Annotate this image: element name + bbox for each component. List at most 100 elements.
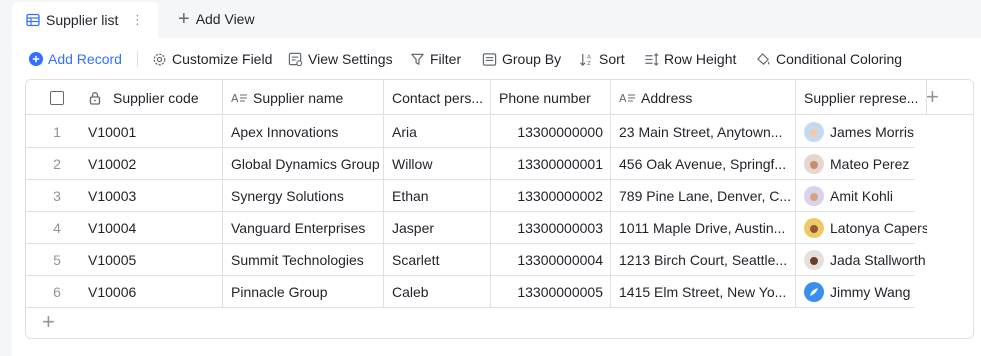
- select-all-checkbox[interactable]: [50, 90, 64, 105]
- table-row[interactable]: 4 V10004 Vanguard Enterprises Jasper 133…: [26, 212, 927, 244]
- row-number: 2: [53, 156, 61, 172]
- avatar: [804, 250, 824, 270]
- group-by-icon: [482, 52, 497, 66]
- add-record-button[interactable]: Add Record: [29, 49, 122, 69]
- representative-name: Jada Stallworth: [830, 252, 926, 268]
- cell-phone-number[interactable]: 13300000005: [491, 276, 611, 308]
- cell-supplier-representative[interactable]: Jimmy Wang: [796, 276, 927, 308]
- cell-supplier-code[interactable]: V10001: [88, 116, 223, 148]
- column-label: Address: [641, 89, 693, 106]
- cell-supplier-name[interactable]: Summit Technologies: [223, 244, 384, 276]
- group-by-button[interactable]: Group By: [482, 49, 561, 69]
- cell-address[interactable]: 1011 Maple Drive, Austin...: [611, 212, 796, 244]
- tab-supplier-list[interactable]: Supplier list ⋮: [12, 2, 158, 38]
- cell-supplier-code[interactable]: V10005: [88, 244, 223, 276]
- row-height-button[interactable]: Row Height: [644, 49, 736, 69]
- view-settings-label: View Settings: [308, 51, 393, 67]
- cell-supplier-representative[interactable]: James Morris: [796, 116, 927, 148]
- column-label: Contact pers...: [392, 89, 484, 106]
- add-view-button[interactable]: + Add View: [178, 9, 255, 29]
- avatar: [804, 218, 824, 238]
- table-row[interactable]: 1 V10001 Apex Innovations Aria 133000000…: [26, 116, 914, 148]
- cell-address[interactable]: 23 Main Street, Anytown...: [611, 116, 796, 148]
- add-record-label: Add Record: [48, 51, 122, 67]
- cell-phone-number[interactable]: 13300000004: [491, 244, 611, 276]
- cell-contact-person[interactable]: Caleb: [384, 276, 491, 308]
- cell-supplier-code[interactable]: V10006: [88, 276, 223, 308]
- column-label: Supplier name: [253, 89, 344, 106]
- svg-text:A: A: [231, 92, 239, 105]
- column-header-supplier-representative[interactable]: Supplier represe...: [796, 80, 927, 115]
- representative-name: James Morris: [830, 124, 915, 140]
- cell-contact-person[interactable]: Ethan: [384, 180, 491, 212]
- data-grid: Supplier code A Supplier name Contact pe…: [25, 79, 974, 339]
- add-view-label: Add View: [195, 11, 255, 27]
- column-label: Phone number: [499, 89, 591, 106]
- cell-supplier-name[interactable]: Apex Innovations: [223, 116, 384, 148]
- customize-field-button[interactable]: Customize Field: [152, 49, 272, 69]
- conditional-coloring-button[interactable]: Conditional Coloring: [756, 49, 902, 69]
- filter-icon: [411, 53, 424, 65]
- column-header-phone-number[interactable]: Phone number: [491, 80, 611, 115]
- group-by-label: Group By: [502, 51, 562, 67]
- filter-label: Filter: [430, 51, 462, 67]
- main-panel: Add Record Customize Field View Settings: [12, 38, 981, 356]
- address-text: 23 Main Street, Anytown...: [619, 124, 783, 140]
- add-row-button[interactable]: +: [42, 311, 55, 333]
- table-row[interactable]: 3 V10003 Synergy Solutions Ethan 1330000…: [26, 180, 914, 212]
- more-options-icon[interactable]: ⋮: [131, 11, 144, 29]
- cell-supplier-name[interactable]: Vanguard Enterprises: [223, 212, 384, 244]
- column-header-address[interactable]: A Address: [611, 80, 796, 115]
- add-column-button[interactable]: +: [926, 86, 939, 108]
- cell-contact-person[interactable]: Aria: [384, 116, 491, 148]
- paint-bucket-icon: [757, 52, 770, 65]
- conditional-coloring-label: Conditional Coloring: [776, 51, 903, 67]
- row-number: 1: [53, 124, 61, 140]
- cell-address[interactable]: 1415 Elm Street, New Yo...: [611, 276, 796, 308]
- cell-contact-person[interactable]: Scarlett: [384, 244, 491, 276]
- avatar: [804, 282, 824, 302]
- text-field-icon: A: [231, 92, 247, 105]
- column-header-supplier-code[interactable]: Supplier code: [88, 80, 223, 115]
- column-label: Supplier represe...: [804, 89, 919, 106]
- cell-supplier-name[interactable]: Pinnacle Group: [223, 276, 384, 308]
- cell-address[interactable]: 456 Oak Avenue, Springf...: [611, 148, 796, 180]
- cell-supplier-code[interactable]: V10002: [88, 148, 223, 180]
- cell-supplier-representative[interactable]: Jada Stallworth: [796, 244, 927, 276]
- column-header-supplier-name[interactable]: A Supplier name: [223, 80, 384, 115]
- cell-phone-number[interactable]: 13300000000: [491, 116, 611, 148]
- avatar: [804, 186, 824, 206]
- cell-address[interactable]: 1213 Birch Court, Seattle...: [611, 244, 796, 276]
- view-settings-button[interactable]: View Settings: [288, 49, 393, 69]
- avatar-face-icon: [810, 161, 818, 169]
- cell-address[interactable]: 789 Pine Lane, Denver, C...: [611, 180, 796, 212]
- tab-label: Supplier list: [46, 12, 119, 28]
- column-label: Supplier code: [113, 89, 199, 106]
- cell-supplier-name[interactable]: Synergy Solutions: [223, 180, 384, 212]
- cell-supplier-code[interactable]: V10004: [88, 212, 223, 244]
- svg-text:A: A: [587, 54, 591, 60]
- sort-button[interactable]: A Z Sort: [579, 49, 625, 69]
- table-row[interactable]: 5 V10005 Summit Technologies Scarlett 13…: [26, 244, 926, 276]
- cell-supplier-code[interactable]: V10003: [88, 180, 223, 212]
- row-number: 3: [53, 188, 61, 204]
- avatar-face-icon: [810, 193, 818, 201]
- view-tab-bar: Supplier list ⋮ + Add View: [0, 0, 981, 38]
- cell-phone-number[interactable]: 13300000002: [491, 180, 611, 212]
- cell-phone-number[interactable]: 13300000003: [491, 212, 611, 244]
- row-height-icon: [645, 52, 659, 66]
- column-header-contact-person[interactable]: Contact pers...: [384, 80, 491, 115]
- cell-supplier-representative[interactable]: Mateo Perez: [796, 148, 927, 180]
- table-row[interactable]: 6 V10006 Pinnacle Group Caleb 1330000000…: [26, 276, 914, 308]
- cell-contact-person[interactable]: Willow: [384, 148, 491, 180]
- cell-phone-number[interactable]: 13300000001: [491, 148, 611, 180]
- table-row[interactable]: 2 V10002 Global Dynamics Group Willow 13…: [26, 148, 914, 180]
- cell-supplier-representative[interactable]: Latonya Capers: [796, 212, 927, 244]
- filter-button[interactable]: Filter: [410, 49, 461, 69]
- avatar: [804, 122, 824, 142]
- cell-supplier-name[interactable]: Global Dynamics Group: [223, 148, 384, 180]
- cell-contact-person[interactable]: Jasper: [384, 212, 491, 244]
- avatar-face-icon: [810, 257, 818, 265]
- cell-supplier-representative[interactable]: Amit Kohli: [796, 180, 927, 212]
- row-height-label: Row Height: [664, 51, 737, 67]
